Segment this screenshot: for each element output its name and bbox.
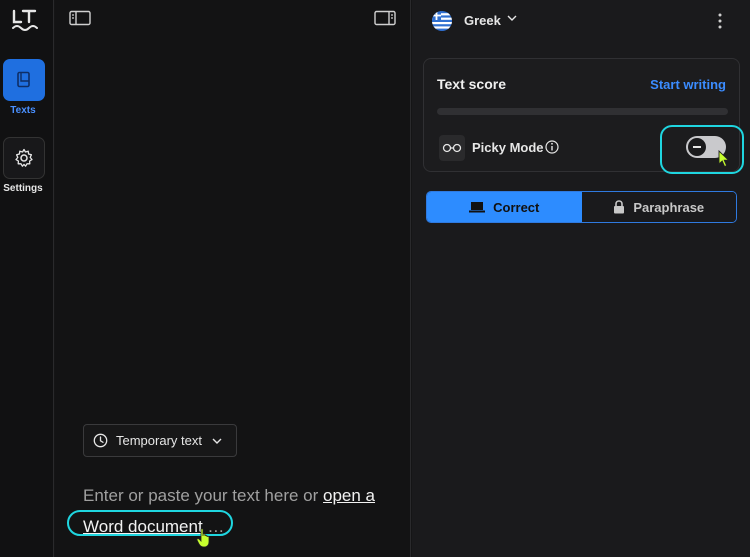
more-options-icon[interactable] [718, 13, 722, 29]
text-editor[interactable]: Temporary text Enter or paste your text … [55, 0, 411, 557]
picky-mode-label: Picky Mode [472, 140, 544, 155]
glasses-icon [439, 135, 465, 161]
texts-nav-button[interactable] [3, 59, 45, 101]
language-selector[interactable]: Greek [464, 13, 501, 28]
placeholder-text: Enter or paste your text here or [83, 486, 324, 505]
lock-icon [614, 200, 625, 214]
languagetool-logo-icon[interactable] [11, 8, 39, 32]
start-writing-link[interactable]: Start writing [650, 77, 726, 92]
tab-paraphrase[interactable]: Paraphrase [581, 192, 736, 222]
settings-nav-label: Settings [3, 183, 43, 194]
text-score-title: Text score [437, 76, 506, 92]
chevron-down-icon [212, 438, 222, 444]
pointer-cursor-icon [718, 150, 730, 168]
tab-correct[interactable]: Correct [427, 192, 582, 222]
text-score-card: Text score Start writing Picky Mode [423, 58, 744, 174]
info-icon[interactable] [545, 140, 559, 154]
assistant-panel: Greek Text score Start writing Picky Mod… [412, 0, 750, 557]
greek-flag-icon [432, 11, 452, 31]
panel-toggle-icon[interactable] [374, 10, 396, 26]
texts-nav-label: Texts [10, 105, 36, 116]
chevron-down-icon[interactable] [507, 15, 517, 21]
document-icon [17, 71, 30, 88]
settings-nav-button[interactable] [3, 137, 45, 179]
sidebar-toggle-icon[interactable] [69, 10, 91, 26]
mode-tabs: Correct Paraphrase [426, 191, 737, 223]
text-score-bar [437, 108, 728, 115]
tab-paraphrase-label: Paraphrase [633, 199, 705, 215]
laptop-icon [469, 202, 486, 213]
temporary-text-label: Temporary text [116, 433, 202, 448]
clock-icon [93, 433, 108, 448]
toggle-knob [688, 138, 706, 156]
left-rail: Texts Settings [0, 0, 54, 557]
temporary-text-button[interactable]: Temporary text [83, 424, 237, 457]
tab-correct-label: Correct [493, 199, 540, 215]
gear-icon [15, 148, 33, 167]
hand-cursor-icon [196, 528, 210, 548]
